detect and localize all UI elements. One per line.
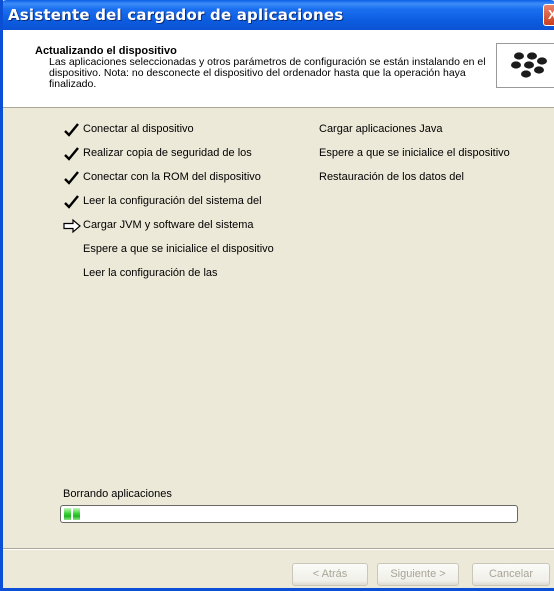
step-label: Leer la configuración del sistema del [83, 195, 262, 207]
step-label: Espere a que se inicialice el dispositiv… [83, 243, 274, 255]
progress-segment [64, 508, 71, 520]
wizard-header: Actualizando el dispositivo Las aplicaci… [3, 30, 554, 108]
step-label: Conectar al dispositivo [83, 123, 194, 135]
cancel-button[interactable]: Cancelar [472, 563, 550, 586]
progress-label: Borrando aplicaciones [63, 488, 172, 500]
checkmark-icon [64, 123, 79, 137]
step-label: Leer la configuración de las [83, 267, 218, 279]
next-button[interactable]: Siguiente > [377, 563, 459, 586]
blackberry-logo-icon [496, 43, 554, 88]
window-title: Asistente del cargador de aplicaciones [8, 6, 344, 24]
progress-segment [73, 508, 80, 520]
close-icon: X [548, 7, 554, 22]
title-bar[interactable]: Asistente del cargador de aplicaciones X [3, 0, 554, 30]
progress-fill [64, 508, 514, 520]
wizard-window: Asistente del cargador de aplicaciones X… [0, 0, 554, 591]
close-button[interactable]: X [543, 4, 554, 26]
progress-bar [60, 505, 518, 523]
checkmark-icon [64, 195, 79, 209]
checkmark-icon [64, 171, 79, 185]
checkmark-icon [64, 147, 79, 161]
back-button[interactable]: < Atrás [292, 563, 368, 586]
arrow-right-icon [63, 218, 81, 234]
header-description: Las aplicaciones seleccionadas y otros p… [49, 56, 486, 90]
step-label: Realizar copia de seguridad de los [83, 147, 252, 159]
step-label: Espere a que se inicialice el dispositiv… [319, 147, 510, 159]
step-label: Restauración de los datos del [319, 171, 464, 183]
step-label: Cargar aplicaciones Java [319, 123, 443, 135]
step-label: Conectar con la ROM del dispositivo [83, 171, 261, 183]
footer-divider [3, 548, 554, 550]
step-label: Cargar JVM y software del sistema [83, 219, 254, 231]
